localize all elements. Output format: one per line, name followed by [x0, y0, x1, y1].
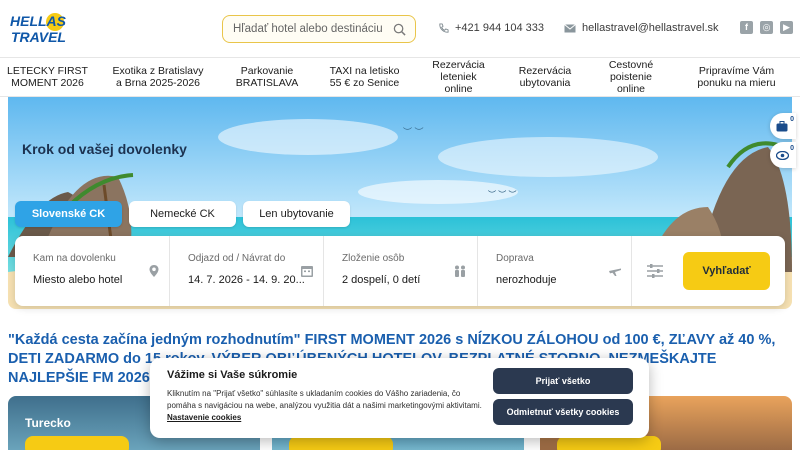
viewed-widget[interactable]: 0	[770, 142, 796, 168]
mail-icon	[564, 23, 576, 32]
date-value[interactable]: 14. 7. 2026 - 14. 9. 20...	[188, 274, 305, 286]
cookie-title: Vážime si Vaše súkromie	[167, 369, 298, 381]
cookie-consent-dialog: Vážime si Vaše súkromie Kliknutím na "Pr…	[150, 358, 649, 438]
tab-len-ubytovanie[interactable]: Len ubytovanie	[243, 201, 350, 227]
instagram-icon[interactable]: ◎	[760, 21, 773, 34]
viewed-count: 0	[790, 145, 794, 152]
search-box[interactable]	[222, 15, 416, 43]
plane-icon	[609, 268, 621, 276]
hero-title: Krok od vašej dovolenky	[22, 141, 187, 157]
hellas-travel-logo[interactable]: HELLAS TRAVEL	[8, 10, 72, 48]
svg-text:︶ ︶: ︶ ︶	[403, 127, 424, 137]
cart-widget[interactable]: 0	[770, 113, 796, 139]
cookie-description: Kliknutím na "Prijať všetko" súhlasíte s…	[167, 389, 482, 410]
eye-icon	[776, 151, 789, 160]
nav-item-taxi[interactable]: TAXI na letisko 55 € zo Senice	[313, 58, 416, 96]
destination-value[interactable]: Miesto alebo hotel	[33, 274, 122, 286]
travelers-label: Zloženie osôb	[342, 253, 405, 264]
svg-text:HELLAS: HELLAS	[10, 13, 67, 29]
travelers-field[interactable]: Zloženie osôb 2 dospelí, 0 detí	[324, 236, 478, 306]
search-icon[interactable]	[393, 23, 406, 36]
transport-value[interactable]: nerozhoduje	[496, 274, 557, 286]
search-tabs: Slovenské CK Nemecké CK Len ubytovanie	[15, 201, 350, 227]
cookie-text: Kliknutím na "Prijať všetko" súhlasíte s…	[167, 388, 487, 424]
search-form: Kam na dovolenku Miesto alebo hotel Odja…	[15, 236, 785, 306]
date-field[interactable]: Odjazd od / Návrat do 14. 7. 2026 - 14. …	[170, 236, 324, 306]
phone-icon	[439, 22, 449, 33]
destination-label: Kam na dovolenku	[33, 253, 116, 264]
tab-nemecke-ck[interactable]: Nemecké CK	[129, 201, 236, 227]
people-icon	[455, 265, 465, 277]
main-navigation: LETECKY FIRST MOMENT 2026 Exotika z Brat…	[0, 57, 800, 97]
svg-text:TRAVEL: TRAVEL	[11, 29, 66, 45]
destination-field[interactable]: Kam na dovolenku Miesto alebo hotel	[15, 236, 170, 306]
email-address[interactable]: hellastravel@hellastravel.sk	[582, 22, 719, 34]
filters-toggle[interactable]	[632, 236, 682, 306]
calendar-icon	[301, 266, 313, 277]
email-contact[interactable]: hellastravel@hellastravel.sk	[564, 22, 719, 34]
youtube-icon[interactable]: ▶	[780, 21, 793, 34]
header: HELLAS TRAVEL +421 944 104 333 hellastra…	[0, 0, 800, 57]
search-input[interactable]	[233, 23, 383, 35]
nav-item-first-moment[interactable]: LETECKY FIRST MOMENT 2026	[0, 58, 95, 96]
destination-card-price[interactable]	[557, 436, 661, 450]
search-submit-button[interactable]: Vyhľadať	[683, 252, 770, 290]
nav-item-exotika[interactable]: Exotika z Bratislavy a Brna 2025-2026	[95, 58, 221, 96]
tab-slovenske-ck[interactable]: Slovenské CK	[15, 201, 122, 227]
nav-item-parkovanie[interactable]: Parkovanie BRATISLAVA	[221, 58, 313, 96]
nav-item-ubytovanie[interactable]: Rezervácia ubytovania	[501, 58, 589, 96]
nav-item-ponuka[interactable]: Pripravíme Vám ponuku na mieru	[673, 58, 800, 96]
facebook-icon[interactable]: f	[740, 21, 753, 34]
date-label: Odjazd od / Návrat do	[188, 253, 286, 264]
phone-contact[interactable]: +421 944 104 333	[438, 22, 544, 34]
map-pin-icon	[149, 265, 159, 277]
svg-text:︶ ︶ ︶: ︶ ︶ ︶	[488, 189, 516, 199]
transport-field[interactable]: Doprava nerozhoduje	[478, 236, 632, 306]
destination-card-price[interactable]	[25, 436, 129, 450]
suitcase-icon	[776, 121, 788, 132]
sliders-icon	[647, 264, 663, 278]
phone-number[interactable]: +421 944 104 333	[455, 22, 544, 34]
cart-count: 0	[790, 116, 794, 123]
reject-all-cookies-button[interactable]: Odmietnuť všetky cookies	[493, 399, 633, 425]
travelers-value[interactable]: 2 dospelí, 0 detí	[342, 274, 420, 286]
nav-item-letenky[interactable]: Rezervácia leteniek online	[416, 58, 501, 96]
destination-card-price[interactable]	[289, 436, 393, 450]
cookie-settings-link[interactable]: Nastavenie cookies	[167, 413, 241, 422]
accept-all-cookies-button[interactable]: Prijať všetko	[493, 368, 633, 394]
nav-item-poistenie[interactable]: Cestovné poistenie online	[589, 58, 673, 96]
destination-card-title[interactable]: Turecko	[25, 416, 71, 430]
transport-label: Doprava	[496, 253, 534, 264]
